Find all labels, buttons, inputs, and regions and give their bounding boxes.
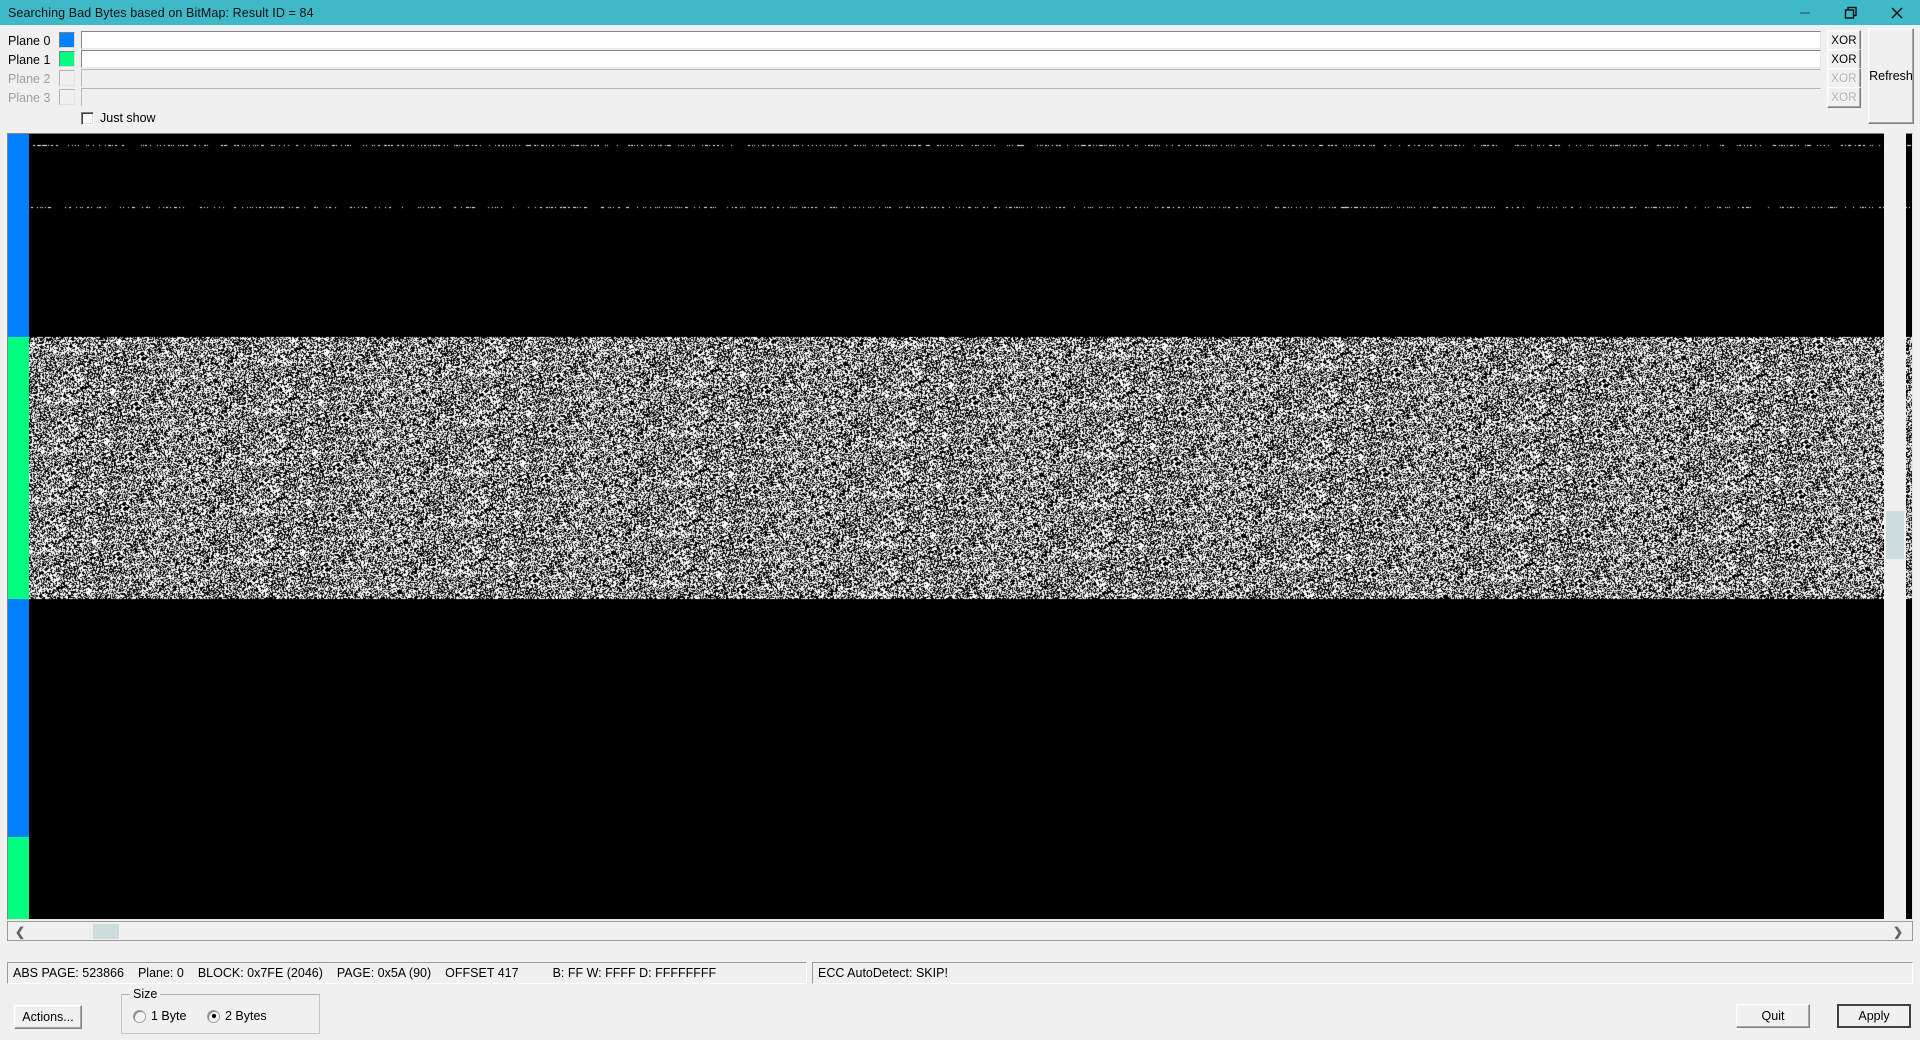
status-bar-right: ECC AutoDetect: SKIP! (812, 962, 1913, 984)
restore-button[interactable] (1828, 0, 1874, 25)
size-radio-label-2-bytes: 2 Bytes (225, 1009, 267, 1023)
size-group-label: Size (130, 987, 161, 1001)
strip-band-3 (8, 837, 29, 919)
size-radio-1-byte[interactable]: 1 Byte (133, 1009, 186, 1023)
minimize-icon (1800, 11, 1810, 14)
size-radio-label-1-byte: 1 Byte (151, 1009, 187, 1023)
just-show-checkbox[interactable] (81, 111, 94, 125)
title-bar: Searching Bad Bytes based on BitMap: Res… (0, 0, 1920, 25)
window-title: Searching Bad Bytes based on BitMap: Res… (8, 5, 314, 20)
horizontal-scrollbar[interactable]: ❮ ❯ (7, 921, 1913, 941)
bitmap-canvas[interactable] (29, 134, 1912, 919)
plane-pattern-input-1[interactable] (81, 50, 1821, 68)
horizontal-scrollbar-thumb[interactable] (93, 924, 119, 939)
vertical-scrollbar-thumb[interactable] (1886, 511, 1904, 559)
strip-band-1 (8, 337, 29, 599)
plane-controls-panel: Plane 0 XOR Plane 1 XOR Plane 2 XOR Plan… (0, 25, 1920, 130)
plane-label-1: Plane 1 (8, 53, 51, 67)
plane-label-3: Plane 3 (8, 91, 51, 105)
xor-button-0[interactable]: XOR (1827, 30, 1861, 51)
strip-band-2 (8, 599, 29, 837)
plane-color-swatch-0[interactable] (59, 32, 75, 48)
minimize-button[interactable] (1782, 0, 1828, 25)
vertical-scrollbar[interactable] (1884, 133, 1906, 920)
xor-button-1[interactable]: XOR (1827, 49, 1861, 70)
xor-button-2: XOR (1827, 68, 1861, 89)
plane-color-swatch-3 (59, 89, 75, 105)
plane-color-swatch-2 (59, 70, 75, 86)
status-segment-4: OFFSET 417 (445, 966, 519, 980)
bitmap-view[interactable] (7, 133, 1913, 920)
close-icon (1891, 6, 1903, 19)
status-segment-5: B: FF W: FFFF D: FFFFFFFF (552, 966, 717, 980)
refresh-button[interactable]: Refresh (1868, 28, 1914, 124)
quit-button[interactable]: Quit (1736, 1004, 1810, 1028)
chevron-right-icon[interactable]: ❯ (1890, 924, 1906, 939)
plane-row-3: Plane 3 XOR (0, 87, 1920, 110)
ecc-status-text: ECC AutoDetect: SKIP! (818, 966, 948, 980)
size-radio-2-bytes[interactable]: 2 Bytes (207, 1009, 267, 1023)
plane-color-swatch-1[interactable] (59, 51, 75, 67)
just-show-label: Just show (100, 111, 156, 125)
status-segment-2: BLOCK: 0x7FE (2046) (197, 966, 323, 980)
bitmap-pixel-area[interactable] (29, 134, 1912, 919)
size-group: Size 1 Byte 2 Bytes (121, 987, 320, 1034)
plane-pattern-input-0[interactable] (81, 31, 1821, 49)
plane-pattern-input-3 (81, 88, 1821, 106)
xor-button-3: XOR (1827, 87, 1861, 108)
status-bar-left: ABS PAGE: 523866 Plane: 0 BLOCK: 0x7FE (20… (7, 962, 807, 984)
apply-button[interactable]: Apply (1837, 1004, 1911, 1028)
chevron-left-icon[interactable]: ❮ (12, 924, 28, 939)
status-segment-3: PAGE: 0x5A (90) (336, 966, 432, 980)
restore-icon (1844, 6, 1857, 19)
strip-band-0 (8, 134, 29, 337)
plane-color-strip (8, 134, 29, 919)
close-button[interactable] (1874, 0, 1920, 25)
plane-label-2: Plane 2 (8, 72, 51, 86)
application-window: Searching Bad Bytes based on BitMap: Res… (0, 0, 1920, 1040)
actions-button[interactable]: Actions... (14, 1005, 82, 1029)
just-show-checkbox-row[interactable]: Just show (81, 111, 156, 125)
radio-dot-2-bytes[interactable] (207, 1009, 220, 1023)
radio-dot-1-byte[interactable] (133, 1009, 146, 1023)
status-segment-0: ABS PAGE: 523866 (13, 966, 124, 980)
plane-pattern-input-2 (81, 69, 1821, 87)
status-segment-1: Plane: 0 (137, 966, 184, 980)
plane-label-0: Plane 0 (8, 34, 51, 48)
